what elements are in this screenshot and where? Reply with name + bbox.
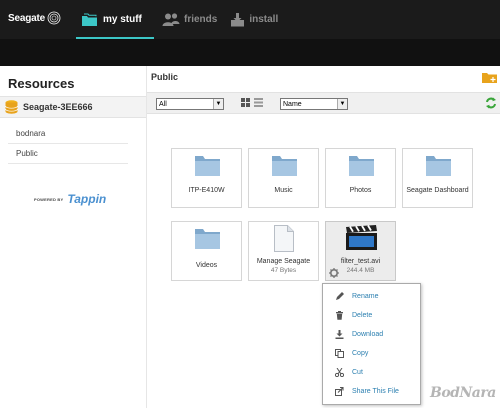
filter-bar: All ▼ Name ▼ [147,92,500,114]
powered-by-tappin: POWERED BY Tappin [34,192,106,206]
type-filter-value: All [159,100,167,108]
friends-icon [162,13,180,26]
folder-tile[interactable]: Seagate Dashboard [402,148,473,208]
file-context-menu: Rename Delete Download Copy Cut Share Th… [322,283,421,405]
seagate-swirl-icon [47,11,61,25]
install-icon [231,12,245,26]
share-icon [335,386,344,396]
tile-label: filter_test.avi [340,258,381,265]
sub-bar [0,39,500,66]
menu-item-label: Copy [352,349,369,357]
folder-tile[interactable]: ITP-E410W [171,148,242,208]
document-icon [274,225,294,252]
folder-icon [426,156,451,176]
share-list: bodnara Public [8,124,128,164]
sort-select[interactable]: Name ▼ [280,98,348,110]
folder-icon [349,156,374,176]
menu-item-label: Share This File [352,387,399,395]
menu-item-label: Rename [352,292,379,300]
menu-item-delete[interactable]: Delete [335,309,372,321]
folder-tile[interactable]: Videos [171,221,242,281]
nav-label: my stuff [103,14,142,25]
top-bar: Seagate my stuff friends install [0,0,500,45]
file-tile[interactable]: Manage Seagate 47 Bytes [248,221,319,281]
tile-label: Seagate Dashboard [406,187,469,194]
menu-item-rename[interactable]: Rename [335,290,378,302]
tile-label: Videos [195,262,218,269]
chevron-down-icon: ▼ [213,99,223,109]
tappin-logo: Tappin [67,192,107,206]
menu-item-label: Download [352,330,384,338]
folder-icon [195,156,220,176]
folder-icon [195,229,220,249]
seagate-logo[interactable]: Seagate [8,11,61,25]
trash-icon [336,310,343,320]
pencil-icon [336,291,344,300]
folder-tile[interactable]: Photos [325,148,396,208]
tile-label: Music [274,187,293,194]
new-folder-icon[interactable] [482,71,497,83]
brand-name: Seagate [8,12,45,24]
gear-icon[interactable] [329,268,339,278]
sort-value: Name [283,100,302,108]
copy-icon [335,348,344,358]
sidebar-item-bodnara[interactable]: bodnara [8,124,128,144]
video-clapperboard-icon [346,225,377,250]
folder-tile[interactable]: Music [248,148,319,208]
tile-label: ITP-E410W [188,187,225,194]
menu-item-download[interactable]: Download [335,328,383,340]
menu-item-copy[interactable]: Copy [335,347,368,359]
menu-item-label: Delete [352,311,373,319]
menu-item-cut[interactable]: Cut [335,366,363,378]
sidebar-title: Resources [8,76,75,91]
database-icon [5,100,18,114]
refresh-icon[interactable] [485,97,497,109]
powered-by-label: POWERED BY [34,196,64,202]
tile-label: Photos [349,187,372,194]
file-size: 47 Bytes [270,267,297,274]
file-tile-selected[interactable]: filter_test.avi 244.4 MB [325,221,396,281]
list-view-icon[interactable] [254,98,263,107]
nav-install[interactable]: install [225,0,283,39]
menu-item-label: Cut [352,368,363,376]
nav-my-stuff[interactable]: my stuff [76,0,154,45]
grid-view-icon[interactable] [241,98,250,107]
folders-icon [82,13,97,26]
folder-icon [272,156,297,176]
nav-friends[interactable]: friends [157,0,222,39]
download-icon [335,329,344,339]
sidebar-item-public[interactable]: Public [8,144,128,164]
sidebar: Resources Seagate-3EE666 bodnara Public … [0,66,147,408]
chevron-down-icon: ▼ [337,99,347,109]
type-filter-select[interactable]: All ▼ [156,98,224,110]
main-nav: my stuff friends install [76,0,283,45]
page-title: Public [151,72,179,82]
device-row[interactable]: Seagate-3EE666 [0,96,146,118]
nav-label: friends [184,14,218,25]
menu-item-share[interactable]: Share This File [335,385,399,397]
tile-label: Manage Seagate [256,258,311,265]
device-name: Seagate-3EE666 [23,102,93,112]
watermark: BodNara [430,385,496,401]
scissors-icon [335,367,344,377]
nav-label: install [249,14,279,25]
